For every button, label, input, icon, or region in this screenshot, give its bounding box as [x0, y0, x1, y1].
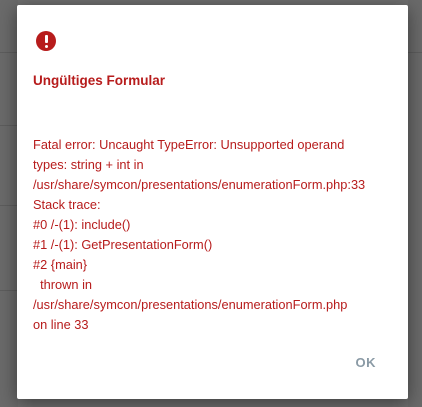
- error-message-line: types: string + int in: [33, 157, 144, 172]
- error-message-line: #2 {main}: [33, 257, 88, 272]
- error-message-line: thrown in: [33, 277, 93, 292]
- ok-button[interactable]: OK: [352, 352, 381, 373]
- error-message-line: Fatal error: Uncaught TypeError: Unsuppo…: [33, 137, 345, 152]
- error-message: Fatal error: Uncaught TypeError: Unsuppo…: [33, 135, 408, 335]
- backdrop-left: [0, 0, 18, 407]
- error-message-line: #1 /-(1): GetPresentationForm(): [33, 237, 213, 252]
- backdrop-divider: [408, 52, 422, 53]
- error-message-line: on line 33: [33, 317, 89, 332]
- error-dialog: Ungültiges Formular Fatal error: Uncaugh…: [17, 5, 408, 399]
- error-message-line: #0 /-(1): include(): [33, 217, 131, 232]
- backdrop-divider: [0, 290, 18, 291]
- dialog-title: Ungültiges Formular: [33, 73, 166, 88]
- backdrop-divider: [0, 125, 18, 126]
- backdrop-divider: [0, 205, 18, 206]
- backdrop-divider: [0, 52, 18, 53]
- backdrop-right: [408, 0, 422, 407]
- error-exclamation-icon: [36, 31, 56, 51]
- error-message-line: /usr/share/symcon/presentations/enumerat…: [33, 177, 366, 192]
- error-message-line: Stack trace:: [33, 197, 101, 212]
- error-message-line: /usr/share/symcon/presentations/enumerat…: [33, 297, 348, 312]
